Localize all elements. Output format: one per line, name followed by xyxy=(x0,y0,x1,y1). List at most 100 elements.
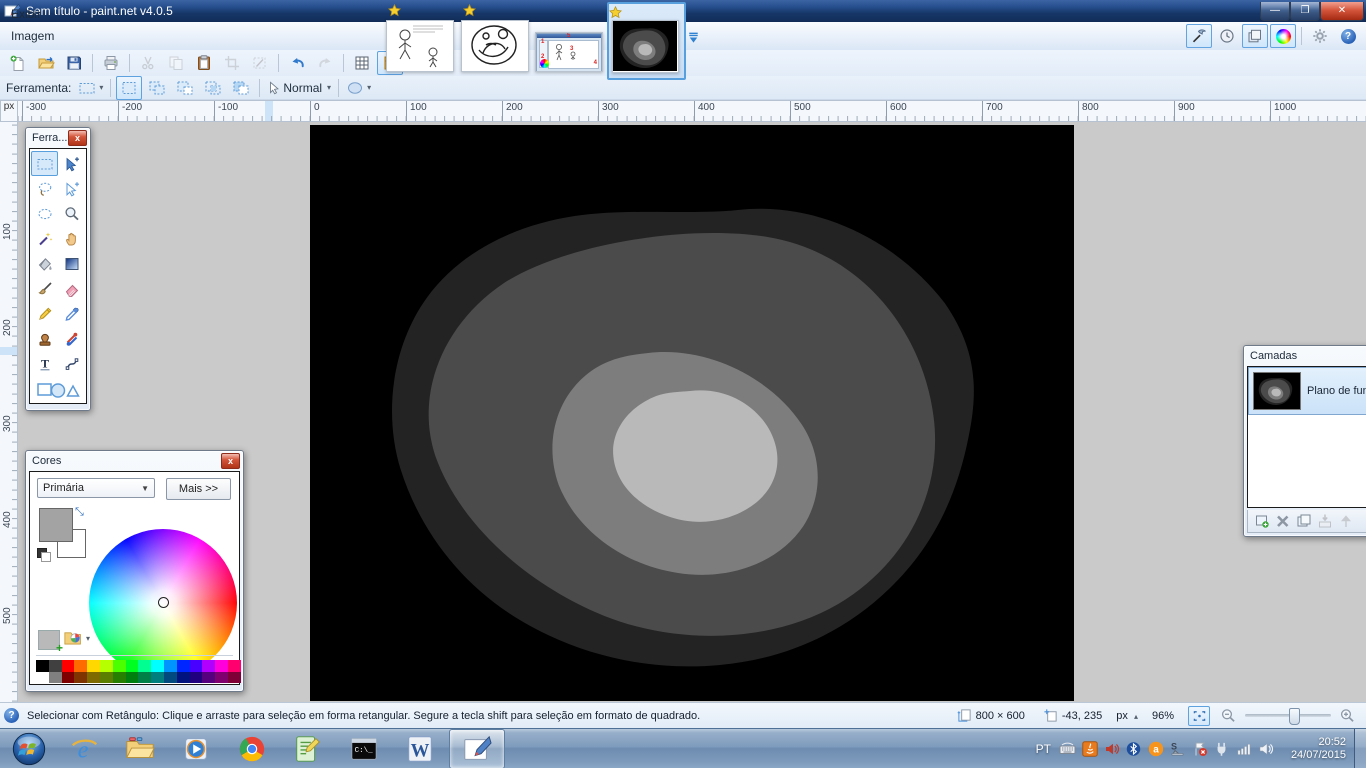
layers-window-titlebar[interactable]: Camadas xyxy=(1244,346,1366,366)
palette-swatch[interactable] xyxy=(74,672,87,684)
tool-recolor[interactable] xyxy=(58,326,85,351)
palette-swatch[interactable] xyxy=(87,672,100,684)
palette-swatch[interactable] xyxy=(49,660,62,672)
tool-shapes[interactable] xyxy=(31,376,85,401)
active-tool-dropdown[interactable]: ▾ xyxy=(76,76,105,100)
tool-rect-select[interactable] xyxy=(31,151,58,176)
palette-swatch[interactable] xyxy=(138,672,151,684)
tools-window-toggle[interactable] xyxy=(1186,24,1212,48)
add-color-button[interactable] xyxy=(38,630,60,650)
tray-keyboard-icon[interactable] xyxy=(1058,740,1077,757)
close-button[interactable]: ✕ xyxy=(1320,2,1364,21)
colors-window-titlebar[interactable]: Cores x xyxy=(26,451,243,471)
color-wheel-selector[interactable] xyxy=(158,597,169,608)
image-tab-1[interactable] xyxy=(386,20,454,72)
save-button[interactable] xyxy=(61,51,87,75)
tool-eraser[interactable] xyxy=(58,276,85,301)
tray-avast-icon[interactable]: a xyxy=(1146,740,1165,757)
swap-colors-icon[interactable]: ⤡ xyxy=(75,506,84,519)
palette-swatch[interactable] xyxy=(215,672,228,684)
new-button[interactable] xyxy=(5,51,31,75)
selection-mode-subtract[interactable] xyxy=(172,76,198,100)
tool-move-selection[interactable] xyxy=(58,176,85,201)
open-button[interactable] xyxy=(33,51,59,75)
taskbar-wmp-button[interactable] xyxy=(169,730,223,768)
tool-brush[interactable] xyxy=(31,276,58,301)
add-layer-button[interactable] xyxy=(1251,512,1272,531)
palette-swatch[interactable] xyxy=(164,660,177,672)
tool-pan[interactable] xyxy=(58,226,85,251)
selection-quality-dropdown[interactable]: ▾ xyxy=(344,76,373,100)
palette-swatch[interactable] xyxy=(228,660,241,672)
palette-swatch[interactable] xyxy=(151,672,164,684)
palette-swatch[interactable] xyxy=(126,672,139,684)
show-desktop-button[interactable] xyxy=(1354,729,1366,768)
canvas-image[interactable] xyxy=(310,125,1074,701)
tool-text[interactable]: T xyxy=(31,351,58,376)
palette-swatch[interactable] xyxy=(190,660,203,672)
palette-swatch[interactable] xyxy=(113,672,126,684)
tool-eyedropper[interactable] xyxy=(58,301,85,326)
palette-swatch[interactable] xyxy=(126,660,139,672)
image-tab-4[interactable] xyxy=(612,20,679,73)
minimize-button[interactable]: — xyxy=(1260,2,1290,21)
tool-pencil[interactable] xyxy=(31,301,58,326)
menu-imagem[interactable]: Imagem xyxy=(0,25,73,47)
restore-button[interactable]: ❐ xyxy=(1290,2,1320,21)
close-icon[interactable]: x xyxy=(68,130,87,146)
palette-swatch[interactable] xyxy=(62,660,75,672)
palette-swatch[interactable] xyxy=(100,672,113,684)
palette-swatch[interactable] xyxy=(190,672,203,684)
tray-synaptics-icon[interactable]: S xyxy=(1168,740,1187,757)
tab-list-chevron-icon[interactable] xyxy=(686,30,701,45)
palette-swatch[interactable] xyxy=(49,672,62,684)
selection-mode-invert[interactable] xyxy=(228,76,254,100)
help-window-toggle[interactable]: ? xyxy=(1335,24,1361,48)
palette-swatch[interactable] xyxy=(177,672,190,684)
taskbar-notepadpp-button[interactable] xyxy=(281,730,335,768)
image-tab-2[interactable] xyxy=(461,20,529,72)
taskbar-start-orb[interactable] xyxy=(3,730,55,768)
menu-exibir[interactable]: Exibir xyxy=(0,3,73,25)
tool-zoom[interactable] xyxy=(58,201,85,226)
paste-button[interactable] xyxy=(191,51,217,75)
palette-swatch[interactable] xyxy=(138,660,151,672)
tool-clone-stamp[interactable] xyxy=(31,326,58,351)
palette-swatch[interactable] xyxy=(62,672,75,684)
print-button[interactable] xyxy=(98,51,124,75)
tray-volume-icon[interactable] xyxy=(1256,740,1275,757)
duplicate-layer-button[interactable] xyxy=(1293,512,1314,531)
grid-button[interactable] xyxy=(349,51,375,75)
close-icon[interactable]: x xyxy=(221,453,240,469)
palette-swatch[interactable] xyxy=(177,660,190,672)
unit-dropdown[interactable]: px ▴ xyxy=(1116,710,1138,722)
taskbar-chrome-button[interactable] xyxy=(225,730,279,768)
tools-window-titlebar[interactable]: Ferra... x xyxy=(26,128,90,148)
palette-swatch[interactable] xyxy=(164,672,177,684)
taskbar-explorer-button[interactable] xyxy=(113,730,167,768)
language-indicator[interactable]: PT xyxy=(1036,742,1051,756)
selection-mode-replace[interactable] xyxy=(116,76,142,100)
tool-line-curve[interactable] xyxy=(58,351,85,376)
palette-swatch[interactable] xyxy=(113,660,126,672)
zoom-out-icon[interactable] xyxy=(1220,708,1237,724)
taskbar-cmd-button[interactable]: C:\_ xyxy=(337,730,391,768)
palette-swatch[interactable] xyxy=(100,660,113,672)
layers-window-toggle[interactable] xyxy=(1242,24,1268,48)
tool-magic-wand[interactable] xyxy=(31,226,58,251)
taskbar-word-button[interactable]: W xyxy=(393,730,447,768)
tray-power-icon[interactable] xyxy=(1212,740,1231,757)
layer-row[interactable]: Plano de fundo xyxy=(1248,367,1366,415)
palette-swatch[interactable] xyxy=(36,660,49,672)
delete-layer-button[interactable] xyxy=(1272,512,1293,531)
tool-lasso[interactable] xyxy=(31,176,58,201)
history-window-toggle[interactable] xyxy=(1214,24,1240,48)
palette-swatch[interactable] xyxy=(36,672,49,684)
undo-button[interactable] xyxy=(284,51,310,75)
zoom-in-icon[interactable] xyxy=(1339,708,1356,724)
selection-mode-add[interactable] xyxy=(144,76,170,100)
colors-window-toggle[interactable] xyxy=(1270,24,1296,48)
settings-window-toggle[interactable] xyxy=(1307,24,1333,48)
palette-swatch[interactable] xyxy=(87,660,100,672)
palette-menu-button[interactable]: ▾ xyxy=(64,628,90,648)
